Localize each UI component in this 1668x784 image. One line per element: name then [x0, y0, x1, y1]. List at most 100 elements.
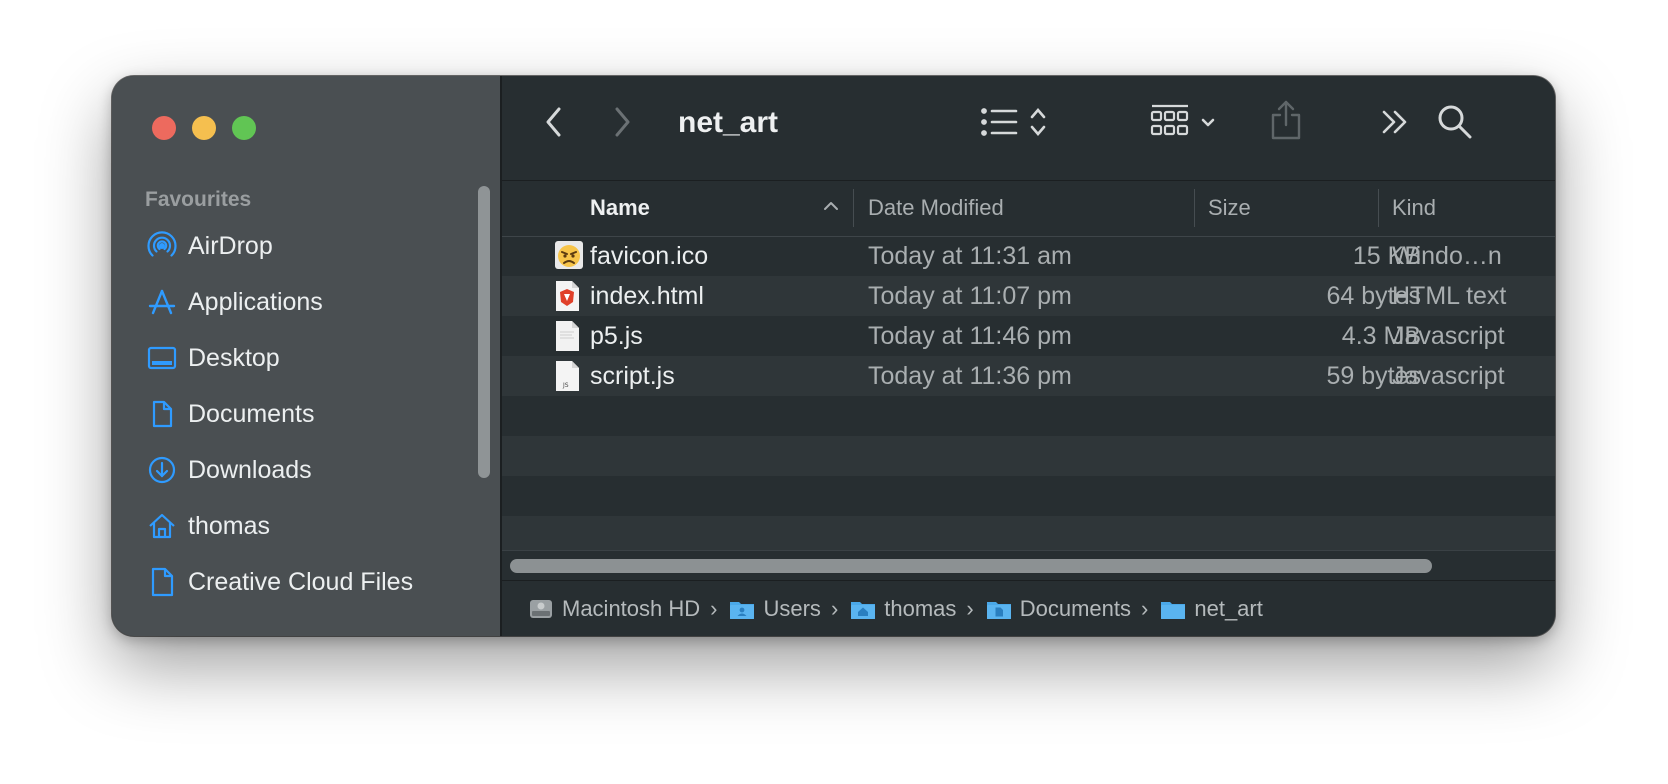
- grid-group-icon: [1150, 102, 1222, 147]
- window-title: net_art: [678, 106, 779, 139]
- sidebar-item-label: Applications: [188, 287, 323, 316]
- forward-button[interactable]: [604, 106, 640, 142]
- file-kind: Javascript: [1392, 362, 1505, 390]
- file-row-favicon[interactable]: favicon.ico Today at 11:31 am 15 KB Wind…: [502, 236, 1555, 276]
- hard-drive-icon: [528, 597, 554, 621]
- share-icon: [1269, 99, 1303, 146]
- finder-window: Favourites AirDrop Applications Desktop …: [112, 76, 1555, 636]
- sort-ascending-icon[interactable]: [822, 197, 840, 220]
- back-button[interactable]: [536, 106, 572, 142]
- path-item-label: Users: [763, 596, 821, 621]
- sidebar-item-label: Downloads: [188, 455, 312, 484]
- file-name: index.html: [590, 282, 704, 310]
- column-size[interactable]: Size: [1208, 195, 1251, 221]
- file-date: Today at 11:31 am: [868, 242, 1072, 270]
- close-button[interactable]: [152, 116, 176, 140]
- minimize-button[interactable]: [192, 116, 216, 140]
- svg-text:JS: JS: [562, 382, 569, 389]
- double-chevron-icon: [1379, 107, 1411, 142]
- sidebar-item-label: thomas: [188, 511, 270, 540]
- folder-icon: [1160, 597, 1186, 621]
- file-date: Today at 11:46 pm: [868, 322, 1072, 350]
- toolbar: net_art: [502, 76, 1555, 180]
- share-button[interactable]: [1268, 100, 1304, 144]
- sidebar-item-label: AirDrop: [188, 231, 273, 260]
- path-item-net-art[interactable]: net_art: [1160, 596, 1263, 622]
- airdrop-icon: [146, 230, 178, 262]
- file-kind: HTML text: [1392, 282, 1507, 310]
- group-button[interactable]: [1150, 102, 1222, 146]
- path-item-label: Documents: [1019, 596, 1132, 621]
- path-bar: Macintosh HD › Users › thomas › Document…: [502, 580, 1555, 636]
- file-date: Today at 11:07 pm: [868, 282, 1072, 310]
- path-item-macintosh-hd[interactable]: Macintosh HD: [528, 596, 700, 622]
- download-icon: [146, 454, 178, 486]
- column-separator[interactable]: [1378, 189, 1379, 227]
- path-item-label: Macintosh HD: [562, 596, 701, 621]
- sidebar-item-label: Creative Cloud Files: [188, 567, 414, 596]
- column-kind[interactable]: Kind: [1392, 195, 1436, 221]
- sidebar-item-applications[interactable]: Applications: [146, 282, 323, 322]
- chevron-right-icon: [611, 106, 633, 143]
- sidebar-item-label: Desktop: [188, 343, 280, 372]
- js-file-icon: [554, 320, 584, 352]
- path-item-label: net_art: [1194, 596, 1263, 621]
- view-mode-button[interactable]: [980, 104, 1056, 144]
- users-folder-icon: [729, 597, 755, 621]
- sidebar-item-thomas[interactable]: thomas: [146, 506, 270, 546]
- list-view-icon: [980, 105, 1056, 144]
- path-item-thomas[interactable]: thomas: [850, 596, 956, 622]
- path-item-users[interactable]: Users: [729, 596, 821, 622]
- sidebar: Favourites AirDrop Applications Desktop …: [112, 76, 500, 636]
- path-separator: ›: [1141, 596, 1149, 621]
- file-kind: Windo…n: [1392, 242, 1502, 270]
- search-button[interactable]: [1436, 104, 1474, 144]
- js-file-icon: JS: [554, 360, 584, 392]
- sidebar-item-downloads[interactable]: Downloads: [146, 450, 312, 490]
- html-file-icon: [554, 280, 584, 312]
- sidebar-scrollbar[interactable]: [478, 186, 490, 478]
- file-name: script.js: [590, 362, 675, 390]
- documents-folder-icon: [986, 597, 1012, 621]
- sidebar-item-documents[interactable]: Documents: [146, 394, 314, 434]
- applications-icon: [146, 286, 178, 318]
- column-header: Name Date Modified Size Kind: [502, 180, 1555, 237]
- sidebar-item-airdrop[interactable]: AirDrop: [146, 226, 273, 266]
- home-icon: [146, 510, 178, 542]
- path-item-label: thomas: [884, 596, 957, 621]
- file-name: p5.js: [590, 322, 643, 350]
- maximize-button[interactable]: [232, 116, 256, 140]
- horizontal-scroll-thumb[interactable]: [510, 559, 1432, 573]
- file-row-index-html[interactable]: index.html Today at 11:07 pm 64 bytes HT…: [502, 276, 1555, 316]
- path-separator: ›: [966, 596, 974, 621]
- desktop-icon: [146, 342, 178, 374]
- empty-row: [502, 436, 1555, 476]
- column-name[interactable]: Name: [590, 195, 650, 221]
- file-date: Today at 11:36 pm: [868, 362, 1072, 390]
- file-row-script-js[interactable]: JS script.js Today at 11:36 pm 59 bytes …: [502, 356, 1555, 396]
- path-separator: ›: [830, 596, 839, 621]
- column-separator[interactable]: [853, 189, 854, 227]
- horizontal-scrollbar[interactable]: [502, 550, 1555, 581]
- ico-file-icon: [554, 240, 584, 272]
- document-icon: [146, 398, 178, 430]
- empty-row: [502, 396, 1555, 436]
- file-list: favicon.ico Today at 11:31 am 15 KB Wind…: [502, 236, 1555, 586]
- file-icon: [146, 566, 178, 598]
- column-date-modified[interactable]: Date Modified: [868, 195, 1004, 221]
- file-row-p5-js[interactable]: p5.js Today at 11:46 pm 4.3 MB Javascrip…: [502, 316, 1555, 356]
- more-button[interactable]: [1378, 106, 1412, 142]
- home-folder-icon: [850, 597, 876, 621]
- path-separator: ›: [710, 596, 718, 621]
- chevron-left-icon: [543, 106, 565, 143]
- path-item-documents[interactable]: Documents: [986, 596, 1131, 622]
- file-name: favicon.ico: [590, 242, 709, 270]
- search-icon: [1437, 104, 1473, 145]
- sidebar-item-label: Documents: [188, 399, 315, 428]
- column-separator[interactable]: [1194, 189, 1195, 227]
- empty-row: [502, 476, 1555, 516]
- sidebar-heading-favourites: Favourites: [145, 188, 252, 211]
- file-kind: Javascript: [1392, 322, 1505, 350]
- sidebar-item-creative-cloud-files[interactable]: Creative Cloud Files: [146, 562, 413, 602]
- sidebar-item-desktop[interactable]: Desktop: [146, 338, 280, 378]
